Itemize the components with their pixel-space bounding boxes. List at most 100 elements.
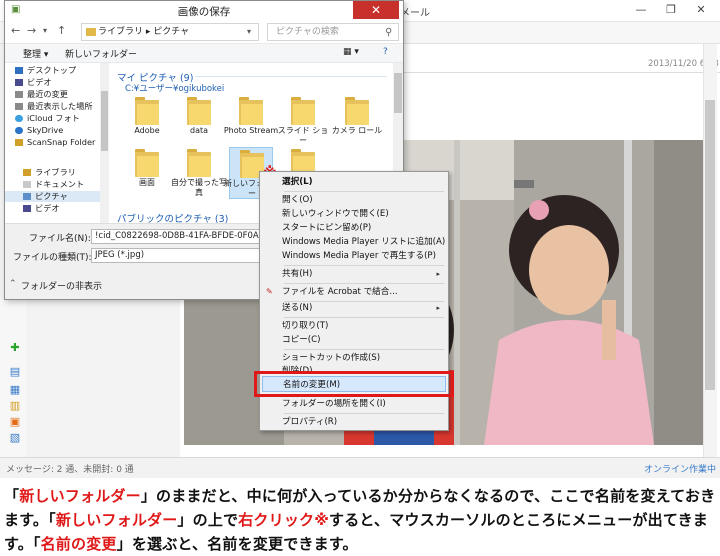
nav-item-label: ScanSnap Folder bbox=[27, 137, 96, 147]
skydrive-icon bbox=[15, 127, 23, 134]
contacts-icon[interactable]: ▥ bbox=[9, 400, 21, 412]
filename-input[interactable]: !cid_C0822698-0D8B-41FA-BFDE-0F0A05B2520 bbox=[91, 229, 271, 244]
menu-item-play-in-wmp[interactable]: Windows Media Player で再生する(P) bbox=[262, 248, 446, 264]
nav-scrollbar-thumb[interactable] bbox=[101, 91, 108, 151]
nav-item-pictures[interactable]: ピクチャ bbox=[5, 191, 101, 202]
screenshot: メール — ❐ ✕ 2013/11/20 6:58 ✚ ▤ ▦ ▥ ▣ ▧ メッ… bbox=[0, 0, 720, 478]
nav-item-icloud[interactable]: iCloud フォト bbox=[5, 113, 101, 124]
menu-item-select[interactable]: 選択(L) bbox=[262, 174, 446, 190]
folder-screen[interactable]: 画面 bbox=[125, 149, 169, 199]
rename-highlight-box bbox=[254, 371, 454, 397]
menu-item-label: 共有(H) bbox=[282, 269, 313, 279]
menu-item-label: プロパティ(R) bbox=[282, 417, 338, 427]
folder-icon bbox=[86, 28, 96, 36]
nav-item-label: SkyDrive bbox=[27, 125, 64, 135]
menu-item-acrobat-combine[interactable]: ✎ ファイルを Acrobat で結合... bbox=[262, 284, 446, 300]
help-button[interactable]: ? bbox=[383, 47, 388, 57]
menu-item-label: 開く(O) bbox=[282, 195, 313, 205]
nav-item-recent-changes[interactable]: 最近の変更 bbox=[5, 89, 101, 100]
group-path: C:¥ユーザー¥ogikubokei bbox=[125, 84, 225, 94]
mail-restore-button[interactable]: ❐ bbox=[656, 0, 686, 20]
folder-icon bbox=[135, 149, 159, 177]
address-dropdown-icon[interactable]: ▾ bbox=[247, 27, 251, 36]
address-path: ライブラリ ▸ ピクチャ bbox=[98, 27, 190, 37]
nav-item-libraries[interactable]: ライブラリ bbox=[5, 167, 101, 178]
dialog-navbar: ← → ▾ ↑ ライブラリ ▸ ピクチャ ▾ ピクチャの検索 ⚲ bbox=[5, 21, 403, 43]
nav-item-label: ライブラリ bbox=[35, 167, 76, 177]
caption-highlight: 新しいフォルダー bbox=[55, 511, 178, 529]
nav-item-scansnap[interactable]: ScanSnap Folder bbox=[5, 137, 101, 148]
folder-label: カメラ ロール bbox=[331, 126, 383, 135]
forward-arrow-icon[interactable]: → bbox=[27, 24, 36, 37]
mail-icon[interactable]: ▤ bbox=[9, 366, 21, 378]
view-options-button[interactable]: ▦ ▾ bbox=[343, 47, 359, 57]
folder-label: Adobe bbox=[134, 126, 160, 135]
document-icon bbox=[23, 181, 31, 188]
menu-item-label: 切り取り(T) bbox=[282, 321, 329, 331]
add-icon[interactable]: ✚ bbox=[9, 342, 21, 354]
search-icon[interactable]: ⚲ bbox=[385, 25, 392, 41]
up-arrow-icon[interactable]: ↑ bbox=[57, 24, 66, 37]
folder-icon bbox=[187, 97, 211, 125]
folder-my-photos[interactable]: 自分で撮った写真 bbox=[171, 149, 227, 199]
dialog-title: 画像の保存 bbox=[177, 6, 231, 18]
dialog-close-button[interactable]: ✕ bbox=[353, 1, 399, 19]
calendar-icon[interactable]: ▦ bbox=[9, 384, 21, 396]
mail-scrollbar-thumb[interactable] bbox=[705, 100, 715, 390]
filetype-select[interactable]: JPEG (*.jpg) bbox=[91, 248, 271, 263]
menu-item-label: スタートにピン留め(P) bbox=[282, 223, 372, 233]
divider bbox=[400, 72, 720, 73]
nav-item-label: ビデオ bbox=[27, 77, 52, 87]
caption-text: 」の上で bbox=[177, 511, 239, 529]
chevron-up-icon[interactable]: ⌃ bbox=[9, 279, 17, 289]
back-arrow-icon[interactable]: ← bbox=[11, 24, 20, 37]
file-scrollbar-thumb[interactable] bbox=[394, 73, 402, 113]
hide-folders-button[interactable]: フォルダーの非表示 bbox=[21, 279, 102, 292]
status-online: オンライン作業中 bbox=[644, 465, 717, 475]
folder-adobe[interactable]: Adobe bbox=[125, 97, 169, 147]
menu-item-label: フォルダーの場所を開く(I) bbox=[282, 399, 386, 409]
navigation-pane: デスクトップ ビデオ 最近の変更 最近表示した場所 iCloud フォト Sky… bbox=[5, 63, 109, 223]
nav-item-label: デスクトップ bbox=[27, 65, 77, 75]
history-dropdown-icon[interactable]: ▾ bbox=[43, 26, 47, 35]
caption-text: 」を選ぶと、名前を変更できます。 bbox=[116, 535, 358, 553]
nav-item-videos-library[interactable]: ビデオ bbox=[5, 203, 101, 214]
folder-label: 自分で撮った写真 bbox=[171, 178, 227, 197]
nav-item-recent-places[interactable]: 最近表示した場所 bbox=[5, 101, 101, 112]
folder-label: スライド ショー bbox=[277, 126, 329, 145]
nav-item-label: 最近の変更 bbox=[27, 89, 68, 99]
menu-item-copy[interactable]: コピー(C) bbox=[262, 332, 446, 348]
nav-item-documents[interactable]: ドキュメント bbox=[5, 179, 101, 190]
menu-item-send-to[interactable]: 送る(N) ▸ bbox=[262, 300, 446, 316]
folder-camera-roll[interactable]: カメラ ロール bbox=[332, 97, 382, 147]
mail-minimize-button[interactable]: — bbox=[626, 0, 656, 20]
nav-item-videos[interactable]: ビデオ bbox=[5, 77, 101, 88]
menu-item-properties[interactable]: プロパティ(R) bbox=[262, 414, 446, 430]
filename-label: ファイル名(N): bbox=[29, 234, 91, 244]
folder-data[interactable]: data bbox=[177, 97, 221, 147]
caption-highlight: 名前の変更 bbox=[40, 535, 117, 553]
folder-icon bbox=[291, 97, 315, 125]
menu-item-label: ファイルを Acrobat で結合... bbox=[282, 287, 398, 297]
menu-item-label: ショートカットの作成(S) bbox=[282, 353, 381, 363]
address-bar[interactable]: ライブラリ ▸ ピクチャ bbox=[81, 23, 259, 41]
new-folder-button[interactable]: 新しいフォルダー bbox=[65, 47, 137, 60]
rss-icon[interactable]: ▣ bbox=[9, 416, 21, 428]
menu-item-share[interactable]: 共有(H) ▸ bbox=[262, 266, 446, 282]
mail-statusbar: メッセージ: 2 通、未開封: 0 通 オンライン作業中 bbox=[0, 457, 720, 478]
folder-photo-stream[interactable]: Photo Stream bbox=[224, 97, 278, 147]
organize-button[interactable]: 整理 ▾ bbox=[23, 47, 48, 60]
folder-slideshow[interactable]: スライド ショー bbox=[278, 97, 328, 147]
mail-close-button[interactable]: ✕ bbox=[686, 0, 716, 20]
nav-item-desktop[interactable]: デスクトップ bbox=[5, 65, 101, 76]
nav-item-label: iCloud フォト bbox=[27, 113, 80, 123]
menu-item-open-folder-location[interactable]: フォルダーの場所を開く(I) bbox=[262, 396, 446, 412]
search-input[interactable]: ピクチャの検索 ⚲ bbox=[267, 23, 399, 41]
dialog-toolbar: 整理 ▾ 新しいフォルダー ▦ ▾ ? bbox=[5, 43, 403, 63]
folder-icon bbox=[15, 139, 23, 146]
notes-icon[interactable]: ▧ bbox=[9, 432, 21, 444]
nav-item-skydrive[interactable]: SkyDrive bbox=[5, 125, 101, 136]
video-icon bbox=[23, 205, 31, 212]
nav-item-label: ドキュメント bbox=[35, 179, 85, 189]
filetype-label: ファイルの種類(T): bbox=[13, 253, 92, 263]
